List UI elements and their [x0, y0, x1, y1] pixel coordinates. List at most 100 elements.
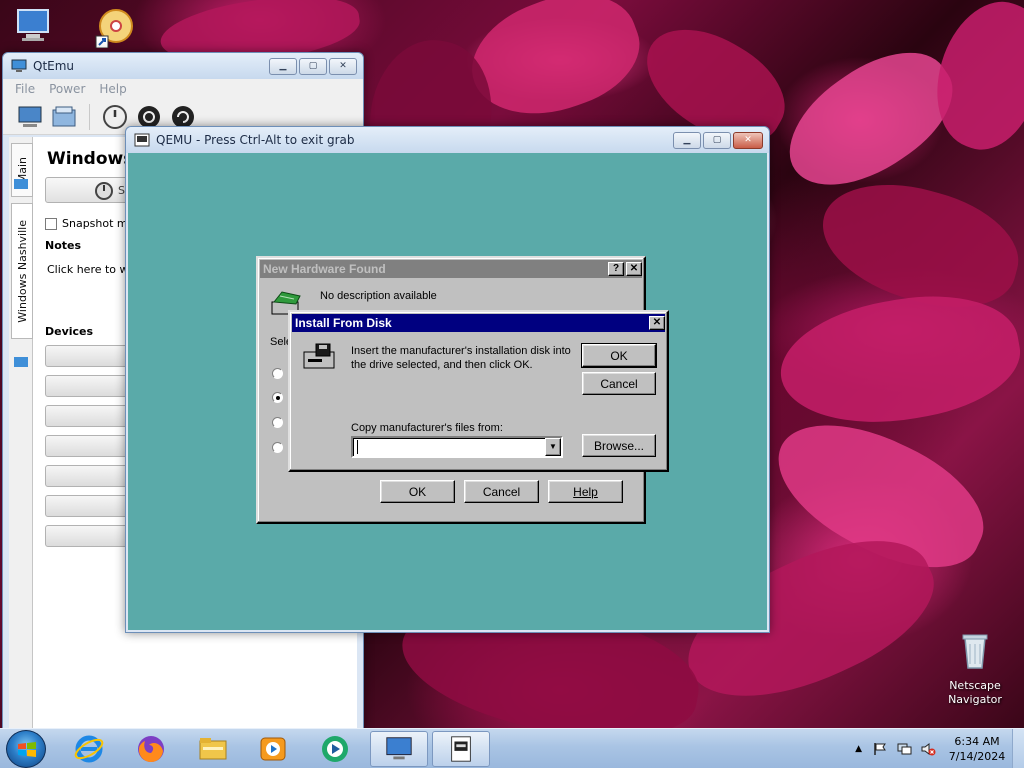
qemu-titlebar[interactable]: QEMU - Press Ctrl-Alt to exit grab ▁ ▢ ✕	[126, 127, 769, 153]
disc-shortcut-icon	[95, 9, 133, 49]
browse-button[interactable]: Browse...	[582, 434, 656, 457]
install-from-disk-dialog[interactable]: Install From Disk ✕ Insert the manufactu…	[288, 310, 669, 472]
path-combobox[interactable]: ▼	[351, 436, 563, 458]
taskbar-qtemu[interactable]	[306, 731, 364, 767]
qtemu-maximize-button[interactable]: ▢	[299, 57, 327, 75]
new-machine-icon[interactable]	[17, 104, 43, 130]
minimize-icon: ▁	[279, 61, 287, 71]
power-icon	[95, 182, 113, 200]
driver-option-radio[interactable]	[272, 368, 283, 379]
driver-option-radio[interactable]	[272, 442, 283, 453]
taskbar-media-player[interactable]	[244, 731, 302, 767]
qemu-title: QEMU - Press Ctrl-Alt to exit grab	[156, 133, 355, 147]
path-dropdown-button[interactable]: ▼	[545, 438, 561, 456]
qtemu-titlebar[interactable]: QtEmu ▁ ▢ ✕	[3, 53, 363, 79]
taskbar-qemu-window[interactable]	[370, 731, 428, 767]
install-from-disk-close-button[interactable]: ✕	[649, 316, 665, 330]
new-hardware-close-button[interactable]: ✕	[626, 262, 642, 276]
menu-help[interactable]: Help	[99, 82, 126, 96]
windows-logo-icon	[18, 742, 36, 757]
vm-tab-icon-2	[14, 357, 28, 367]
qemu-app-icon	[134, 133, 150, 147]
tray-expand-arrow[interactable]: ▲	[855, 744, 862, 754]
taskbar-firefox[interactable]	[122, 731, 180, 767]
open-machine-icon[interactable]	[51, 104, 77, 130]
qtemu-minimize-button[interactable]: ▁	[269, 57, 297, 75]
taskbar-internet-explorer[interactable]	[60, 731, 118, 767]
tab-windows-nashville[interactable]: Windows Nashville	[11, 203, 33, 339]
vm-title: Windows	[47, 149, 134, 169]
qemu-window-icon	[386, 737, 412, 760]
new-hardware-help-text-button[interactable]: Help	[548, 480, 623, 503]
media-player-icon	[260, 737, 286, 761]
desktop-icon-computer[interactable]	[14, 6, 54, 49]
maximize-icon: ▢	[712, 135, 722, 145]
desktop-icon-disc[interactable]	[94, 8, 134, 51]
close-icon: ✕	[652, 317, 662, 328]
install-ok-button[interactable]: OK	[581, 343, 657, 368]
qemu-minimize-button[interactable]: ▁	[673, 131, 701, 149]
path-input[interactable]	[357, 440, 537, 454]
close-icon: ✕	[629, 263, 639, 274]
notes-heading: Notes	[45, 239, 82, 252]
question-icon: ?	[612, 263, 620, 274]
power-on-icon[interactable]	[102, 104, 128, 130]
install-message-line2: the drive selected, and then click OK.	[351, 359, 533, 371]
new-hardware-cancel-button[interactable]: Cancel	[464, 480, 539, 503]
snapshot-label: Snapshot mo	[62, 217, 135, 230]
new-hardware-ok-button[interactable]: OK	[380, 480, 455, 503]
recycle-bin-label: Netscape Navigator	[948, 679, 1002, 706]
start-button[interactable]	[6, 730, 46, 768]
new-hardware-titlebar[interactable]: New Hardware Found ? ✕	[260, 260, 642, 278]
snapshot-mode-checkbox[interactable]: Snapshot mo	[45, 217, 134, 230]
qtemu-menubar: File Power Help	[3, 79, 363, 99]
qtemu-close-button[interactable]: ✕	[329, 57, 357, 75]
desktop-icon-recycle-bin[interactable]: Netscape Navigator	[944, 630, 1006, 707]
clock-time: 6:34 AM	[954, 735, 1000, 748]
qtemu-taskbar-icon	[322, 736, 348, 762]
maximize-icon: ▢	[308, 61, 318, 71]
snapshot-checkbox-box[interactable]	[45, 217, 57, 230]
computer-icon	[17, 9, 49, 41]
file-explorer-icon	[199, 738, 227, 760]
qtemu-vertical-tabs: Main Windows Nashville	[9, 137, 33, 731]
new-hardware-help-button[interactable]: ?	[608, 262, 624, 276]
install-cancel-button[interactable]: Cancel	[582, 372, 656, 395]
qtemu-app-icon	[11, 59, 27, 72]
dropdown-arrow-icon: ▼	[549, 442, 557, 451]
close-icon: ✕	[744, 135, 752, 145]
internet-explorer-icon	[74, 735, 104, 763]
install-message: Insert the manufacturer's installation d…	[351, 344, 571, 372]
show-desktop-button[interactable]	[1012, 729, 1024, 768]
vm-tab-icon	[14, 179, 28, 189]
devices-heading: Devices	[45, 325, 94, 338]
taskbar: ▲ 6:34 AM 7/14/2024	[0, 728, 1024, 768]
minimize-icon: ▁	[683, 135, 691, 145]
driver-option-radio[interactable]	[272, 417, 283, 428]
firefox-icon	[138, 736, 164, 763]
qemu-close-button[interactable]: ✕	[733, 131, 763, 149]
disk-window-icon	[451, 736, 471, 762]
install-from-disk-title: Install From Disk	[295, 316, 392, 330]
system-tray: ▲ 6:34 AM 7/14/2024	[855, 729, 1024, 768]
taskbar-file-explorer[interactable]	[184, 731, 242, 767]
menu-file[interactable]: File	[15, 82, 35, 96]
floppy-drive-icon	[303, 343, 335, 369]
qemu-maximize-button[interactable]: ▢	[703, 131, 731, 149]
new-hardware-title: New Hardware Found	[263, 262, 386, 276]
hardware-description: No description available	[320, 290, 437, 302]
clock-date: 7/14/2024	[948, 750, 1006, 763]
action-center-flag-icon[interactable]	[872, 741, 888, 757]
close-icon: ✕	[339, 61, 347, 71]
copy-from-label: Copy manufacturer's files from:	[351, 422, 503, 434]
recycle-bin-icon	[962, 634, 988, 669]
system-clock[interactable]: 6:34 AM 7/14/2024	[942, 734, 1012, 764]
network-icon[interactable]	[896, 741, 912, 757]
install-from-disk-titlebar[interactable]: Install From Disk ✕	[292, 314, 665, 332]
install-message-line1: Insert the manufacturer's installation d…	[351, 345, 571, 357]
driver-option-radio[interactable]	[272, 392, 283, 403]
qtemu-title: QtEmu	[33, 59, 75, 73]
volume-muted-icon[interactable]	[920, 741, 936, 757]
menu-power[interactable]: Power	[49, 82, 85, 96]
taskbar-disk-window[interactable]	[432, 731, 490, 767]
